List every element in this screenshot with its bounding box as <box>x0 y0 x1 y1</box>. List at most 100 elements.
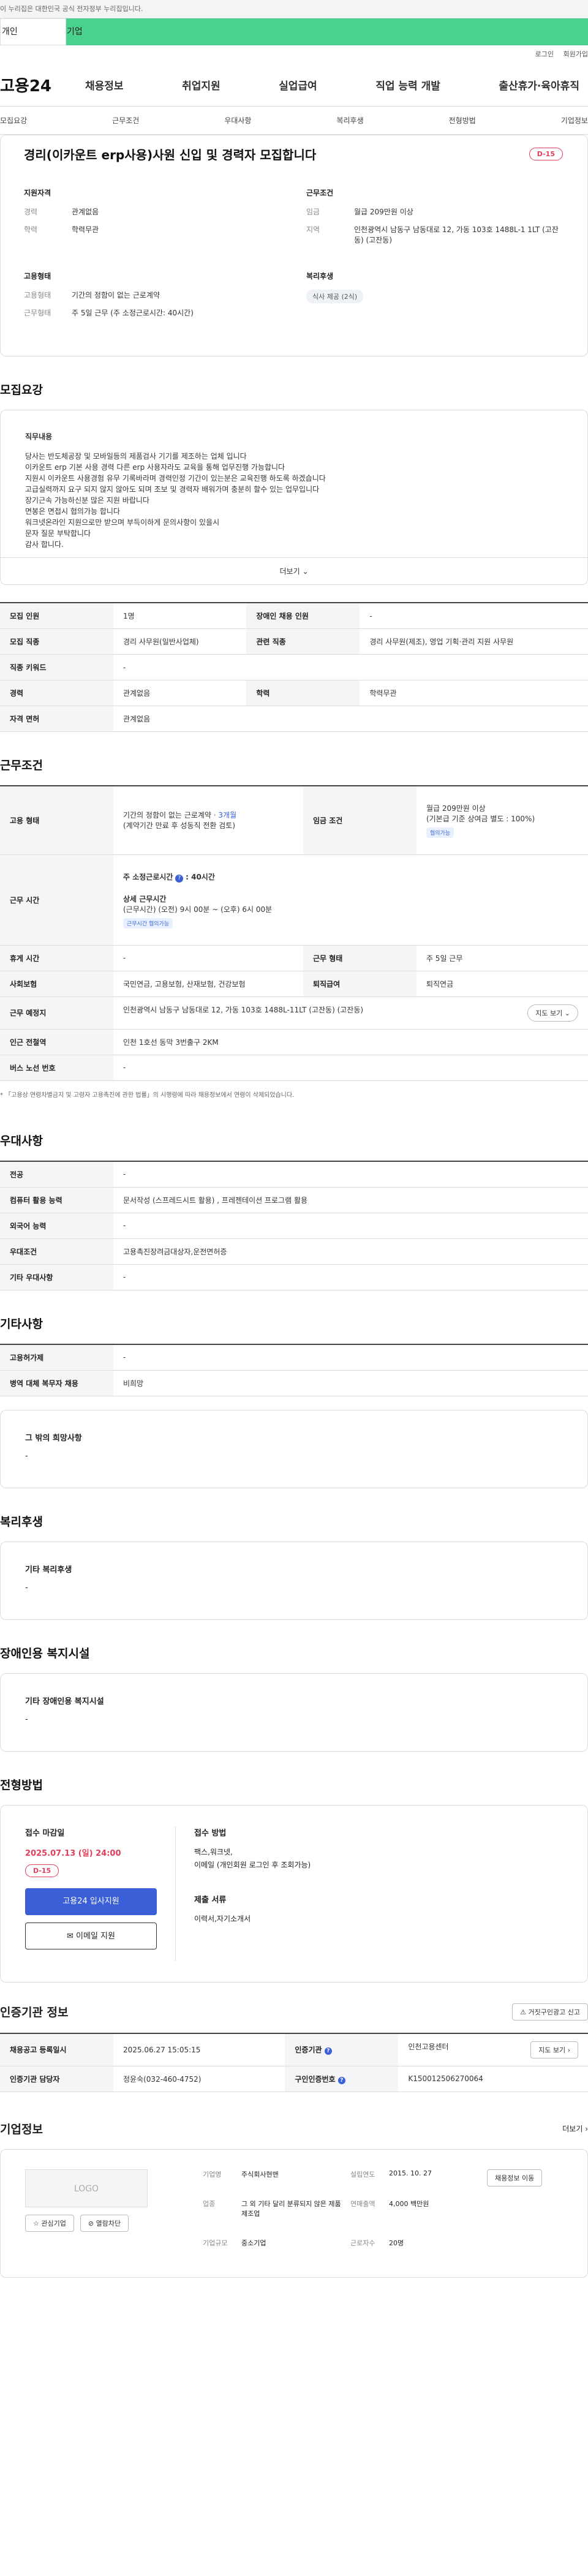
anchor-company[interactable]: 기업정보 <box>561 115 588 126</box>
anchor-recruit[interactable]: 모집요강 <box>0 115 27 126</box>
company-jobs-button[interactable]: 채용정보 이동 <box>487 2169 543 2186</box>
cell-label: 채용공고 등록일시 <box>0 2033 113 2066</box>
gov-notice-text: 이 누리집은 대한민국 공식 전자정부 누리집입니다. <box>0 5 143 13</box>
table-row: 모집 직종 경리 사무원(일반사업체) 관련 직종 경리 사무원(제조), 영업 기… <box>0 628 588 655</box>
label: 기업명 <box>203 2170 222 2179</box>
job-desc-line: 면봉은 면접시 협의가능 합니다 <box>25 507 120 516</box>
welfare-box: 기타 복리후생 - <box>0 1541 588 1620</box>
agency-label: 인증기관 <box>295 2046 322 2054</box>
menu-item[interactable]: 취업지원 <box>173 77 229 92</box>
value: 인천광역시 남동구 남동대로 12, 가동 103호 1488L-1 1LT (… <box>354 225 559 244</box>
label: 근로자수 <box>350 2239 375 2247</box>
more-label: 더보기 <box>279 567 300 576</box>
login-link[interactable]: 로그인 <box>535 50 554 58</box>
section-title-welfare: 복리후생 <box>0 1515 43 1529</box>
email-apply-label: 이메일 지원 <box>76 1931 115 1941</box>
anchor-work[interactable]: 근무조건 <box>112 115 139 126</box>
section-title-etc: 기타사항 <box>0 1317 43 1331</box>
label: 고용형태 <box>24 291 51 299</box>
cell-label: 전공 <box>0 1161 113 1188</box>
job-desc-line: 장기근속 가능하신분 많은 지원 바랍니다 <box>25 496 149 505</box>
cell-label: 임금 조건 <box>303 786 417 855</box>
cell-value: K150012506270064 <box>398 2066 588 2092</box>
menu-item[interactable]: 출산휴가·육아휴직 <box>490 77 588 92</box>
table-row: 기타 우대사항 - <box>0 1264 588 1290</box>
method-value: 이메일 (개인회원 로그인 후 조회가능) <box>194 1860 311 1869</box>
fav-label: 관심기업 <box>41 2219 66 2228</box>
method-value: 팩스,워크넷, <box>194 1847 233 1856</box>
cell-value: - <box>113 1055 588 1081</box>
global-nav: 고용24 채용정보 취업지원 실업급여 직업 능력 개발 출산휴가·육아휴직 <box>0 64 588 107</box>
cell-value: 학력무관 <box>360 680 588 706</box>
info-icon[interactable]: ? <box>337 2076 345 2084</box>
time-title: 주 소정근로시간 <box>123 872 173 881</box>
cell-label: 모집 인원 <box>0 603 113 629</box>
company-more-link[interactable]: 더보기 › <box>562 2123 588 2134</box>
time-value: : 40시간 <box>186 872 215 881</box>
value: 관계없음 <box>72 208 99 216</box>
emp-period-link[interactable]: · 3개월 <box>214 811 236 819</box>
block-icon: ⊘ <box>88 2219 94 2228</box>
menu-item[interactable]: 직업 능력 개발 <box>367 77 449 92</box>
section-title-pref: 우대사항 <box>0 1134 43 1148</box>
block-company-button[interactable]: ⊘ 열람차단 <box>80 2214 129 2232</box>
value: 그 외 기타 달리 분류되지 않은 제품 제조업 <box>241 2199 341 2218</box>
table-row: 인증기관 담당자 정윤숙(032-460-4752) 구인인증번호 ? K1500… <box>0 2066 588 2092</box>
cell-value: 월급 209만원 이상 (기본급 기준 상여금 별도 : 100%) 협의가능 <box>416 786 588 855</box>
more-button[interactable]: 더보기 ⌄ <box>1 557 587 584</box>
signup-link[interactable]: 회원가입 <box>564 50 588 58</box>
section-title-company: 기업정보 <box>0 2122 43 2136</box>
menu-item[interactable]: 실업급여 <box>270 77 326 92</box>
deadline-label: 접수 마감일 <box>25 1828 65 1838</box>
label: 경력 <box>24 208 38 216</box>
job-desc-line: 이카운트 erp 기본 사용 경력 다른 erp 사용자라도 교육을 통해 업무… <box>25 463 285 472</box>
menu-item[interactable]: 채용정보 <box>77 77 132 92</box>
cell-label: 학력 <box>246 680 360 706</box>
site-logo[interactable]: 고용24 <box>0 73 77 96</box>
label: 학력 <box>24 225 38 234</box>
cell-value: 인천고용센터 지도 보기 › <box>398 2033 588 2066</box>
job-desc-line: 문자 질문 부탁합니다 <box>25 529 91 538</box>
value: 기간의 정함이 없는 근로계약 <box>72 291 160 299</box>
label: 임금 <box>306 208 320 216</box>
favorite-company-button[interactable]: ☆ 관심기업 <box>25 2214 74 2232</box>
cell-value: 2025.06.27 15:05:15 <box>113 2033 285 2066</box>
report-button[interactable]: ⚠ 거짓구인광고 신고 <box>512 2003 588 2021</box>
email-apply-button[interactable]: ✉ 이메일 지원 <box>25 1922 157 1949</box>
agency-value: 인천고용센터 <box>408 2042 449 2051</box>
value: 학력무관 <box>72 225 99 234</box>
apply-button[interactable]: 고용24 입사지원 <box>25 1888 157 1915</box>
job-title: 경리(이카운트 erp사용)사원 신입 및 경력자 모집합니다 <box>24 148 317 162</box>
table-row: 휴게 시간 - 근무 형태 주 5일 근무 <box>0 945 588 971</box>
map-button[interactable]: 지도 보기 ⌄ <box>527 1004 578 1022</box>
section-title-disabled: 장애인용 복지시설 <box>0 1646 90 1660</box>
tab-company[interactable]: 기업 <box>66 18 132 45</box>
work-table: 고용 형태 기간의 정함이 없는 근로계약 · 3개월 (계약기간 만료 후 성동… <box>0 785 588 1081</box>
cell-label: 버스 노선 번호 <box>0 1055 113 1081</box>
pref-table: 전공 - 컴퓨터 활용 능력 문서작성 (스프레드시트 활용) , 프레젠테이션 프… <box>0 1160 588 1290</box>
cell-label: 고용 형태 <box>0 786 113 855</box>
dday-badge: D-15 <box>25 1864 59 1877</box>
table-row: 근무 시간 주 소정근로시간 ? : 40시간 상세 근무시간 (근무시간) (… <box>0 854 588 946</box>
cell-label: 경력 <box>0 680 113 706</box>
table-row: 외국어 능력 - <box>0 1213 588 1239</box>
time-detail: (근무시간) (오전) 9시 00분 ~ (오후) 6시 00분 <box>123 905 273 914</box>
tab-personal[interactable]: 개인 <box>0 18 66 45</box>
emp-note: (계약기간 만료 후 성동직 전환 검토) <box>123 821 235 830</box>
cell-label: 컴퓨터 활용 능력 <box>0 1187 113 1213</box>
apply-card: 접수 마감일 2025.07.13 (일) 24:00 D-15 고용24 입사… <box>0 1804 588 1983</box>
block-label: 열람차단 <box>96 2219 121 2228</box>
anchor-selection[interactable]: 전형방법 <box>449 115 476 126</box>
cell-label: 사회보험 <box>0 971 113 997</box>
label: 연매출액 <box>350 2199 375 2208</box>
cell-label: 근무 예정지 <box>0 996 113 1030</box>
cell-label: 자격 면허 <box>0 706 113 732</box>
map-button[interactable]: 지도 보기 › <box>530 2041 578 2058</box>
info-icon[interactable]: ? <box>324 2047 332 2055</box>
info-icon[interactable]: ? <box>175 874 184 883</box>
anchor-welfare[interactable]: 복리후생 <box>336 115 363 126</box>
table-row: 병역 대체 복무자 채용 비희망 <box>0 1370 588 1396</box>
cell-value: - <box>113 1213 588 1239</box>
cell-value: 주 5일 근무 <box>416 945 588 971</box>
anchor-pref[interactable]: 우대사항 <box>224 115 251 126</box>
